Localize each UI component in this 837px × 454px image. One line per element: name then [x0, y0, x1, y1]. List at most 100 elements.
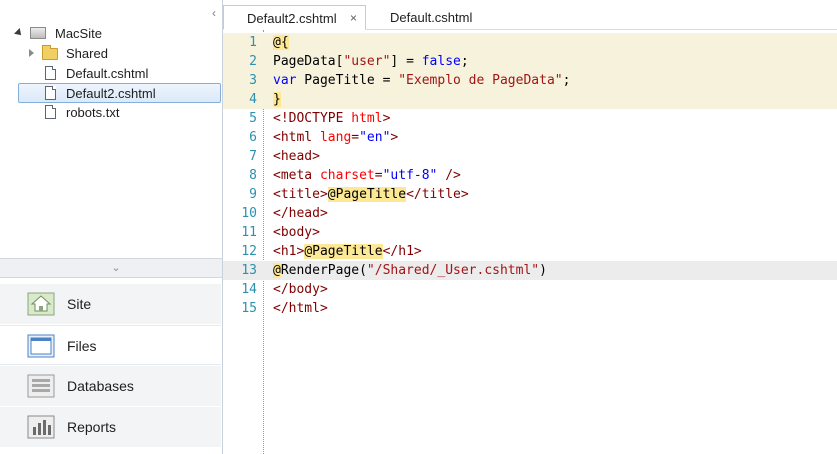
tree-item-robots-txt[interactable]: robots.txt [0, 103, 220, 122]
code-line[interactable]: 11 <body> [223, 223, 837, 242]
workspace-label: Databases [67, 378, 134, 394]
line-number: 8 [249, 168, 257, 183]
line-number: 12 [241, 244, 257, 259]
tab-default2-cshtml[interactable]: Default2.cshtml × [223, 5, 366, 30]
collapse-pane-icon[interactable]: ‹ [208, 6, 220, 20]
tree-item-label: Default.cshtml [66, 66, 149, 81]
code-line[interactable]: 15 </html> [223, 299, 837, 318]
code-text: <h1>@PageTitle</h1> [273, 242, 422, 261]
code-text: <body> [273, 223, 320, 242]
code-token: ] = [390, 54, 422, 69]
workspace-databases[interactable]: Databases [0, 366, 221, 406]
code-text: var PageTitle = "Exemplo de PageData"; [273, 71, 570, 90]
code-text: <title>@PageTitle</title> [273, 185, 469, 204]
code-token: "en" [359, 130, 391, 145]
line-number: 1 [249, 35, 257, 50]
code-token: @ [304, 244, 313, 259]
line-number: 2 [249, 54, 257, 69]
code-text: PageData["user"] = false; [273, 52, 469, 71]
collapsed-arrow-icon[interactable] [29, 49, 34, 57]
code-token: > [382, 111, 391, 126]
code-line[interactable]: 6 <html lang="en"> [223, 128, 837, 147]
code-editor[interactable]: 1 @{2 PageData["user"] = false; 3 var PageTi… [223, 30, 837, 454]
code-line[interactable]: 13 @RenderPage("/Shared/_User.cshtml") [223, 261, 837, 280]
tab-label: Default.cshtml [390, 10, 473, 25]
code-token: @{ [273, 35, 289, 50]
code-token: = [374, 168, 383, 183]
code-token: } [273, 92, 281, 107]
code-token: <!DOCTYPE [273, 111, 352, 126]
code-token: "/Shared/_User.cshtml" [366, 263, 540, 278]
file-tree: ‹ MacSite Shared Default.cshtml Default2… [0, 0, 222, 258]
code-token: PageTitle [335, 187, 407, 202]
file-icon [45, 86, 56, 100]
code-line[interactable]: 3 var PageTitle = "Exemplo de PageData"; [223, 71, 837, 90]
files-icon [27, 334, 55, 358]
code-token: lang [319, 130, 352, 145]
line-number: 5 [249, 111, 257, 126]
code-token: <meta [273, 168, 320, 183]
workspace-files[interactable]: Files [0, 325, 221, 365]
code-token: PageData[ [273, 54, 344, 69]
code-token: <body> [273, 225, 320, 240]
tree-item-label: robots.txt [66, 105, 120, 120]
code-line[interactable]: 9 <title>@PageTitle</title> [223, 185, 837, 204]
tree-item-label: Shared [66, 46, 108, 61]
code-token: var [273, 73, 297, 88]
code-line[interactable]: 1 @{ [223, 33, 837, 52]
code-line[interactable]: 12 <h1>@PageTitle</h1> [223, 242, 837, 261]
code-line[interactable]: 5 <!DOCTYPE html> [223, 109, 837, 128]
code-text: </html> [273, 299, 328, 318]
code-line[interactable]: 7 <head> [223, 147, 837, 166]
tree-item-default-cshtml[interactable]: Default.cshtml [0, 64, 220, 83]
tree-item-default2-cshtml[interactable]: Default2.cshtml [18, 83, 221, 103]
code-token: = [351, 130, 360, 145]
code-token: ; [562, 73, 571, 88]
code-text: @{ [273, 33, 289, 52]
workspace-reports[interactable]: Reports [0, 407, 221, 447]
tab-default-cshtml[interactable]: Default.cshtml [390, 5, 510, 30]
line-number: 4 [249, 92, 257, 107]
code-token: > [390, 130, 399, 145]
code-token: ) [539, 263, 547, 278]
reports-icon [27, 415, 55, 439]
line-number: 13 [241, 263, 257, 278]
line-number: 7 [249, 149, 257, 164]
code-token: false [421, 54, 461, 69]
pane-splitter[interactable]: ⌄ [0, 258, 222, 278]
tree-item-label: MacSite [55, 26, 102, 41]
code-token: <h1> [273, 244, 305, 259]
workspace-label: Site [67, 296, 92, 312]
code-token: "user" [343, 54, 391, 69]
code-text: <!DOCTYPE html> [273, 109, 390, 128]
left-pane: ‹ MacSite Shared Default.cshtml Default2… [0, 0, 223, 454]
code-token: @ [273, 263, 281, 278]
file-icon [45, 66, 56, 80]
code-token: ; [460, 54, 469, 69]
code-line[interactable]: 14 </body> [223, 280, 837, 299]
close-icon[interactable]: × [350, 6, 357, 31]
workspace-site[interactable]: Site [0, 284, 221, 324]
code-line[interactable]: 8 <meta charset="utf-8" /> [223, 166, 837, 185]
code-token: /> [437, 168, 461, 183]
file-icon [45, 105, 56, 119]
code-token: </html> [273, 301, 328, 316]
workspace-label: Reports [67, 419, 117, 435]
code-token: charset [319, 168, 375, 183]
expanded-arrow-icon[interactable] [14, 28, 24, 38]
code-token: </body> [273, 282, 328, 297]
code-token: "utf-8" [382, 168, 438, 183]
code-line[interactable]: 10 </head> [223, 204, 837, 223]
chevron-down-icon[interactable]: ⌄ [110, 261, 122, 275]
code-text: <head> [273, 147, 320, 166]
code-token: PageTitle = [296, 73, 399, 88]
tree-item-shared[interactable]: Shared [0, 44, 220, 63]
code-text: </head> [273, 204, 328, 223]
folder-icon [42, 45, 58, 60]
code-line[interactable]: 2 PageData["user"] = false; [223, 52, 837, 71]
line-number: 15 [241, 301, 257, 316]
code-token: @ [327, 187, 336, 202]
code-text: @RenderPage("/Shared/_User.cshtml") [273, 261, 547, 280]
tree-item-root[interactable]: MacSite [0, 24, 220, 43]
code-line[interactable]: 4} [223, 90, 837, 109]
